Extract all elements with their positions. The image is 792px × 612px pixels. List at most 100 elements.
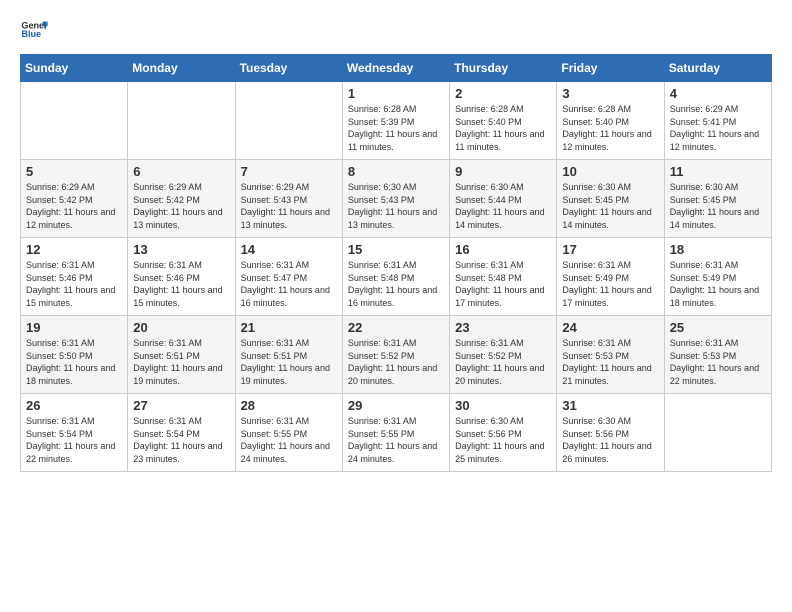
day-info: Sunrise: 6:31 AMSunset: 5:46 PMDaylight:… [26,259,122,309]
day-number: 5 [26,164,122,179]
day-number: 1 [348,86,444,101]
calendar-cell [235,82,342,160]
calendar-week-2: 5 Sunrise: 6:29 AMSunset: 5:42 PMDaylight… [21,160,772,238]
day-info: Sunrise: 6:31 AMSunset: 5:55 PMDaylight:… [241,415,337,465]
day-info: Sunrise: 6:28 AMSunset: 5:40 PMDaylight:… [562,103,658,153]
calendar-cell: 26 Sunrise: 6:31 AMSunset: 5:54 PMDayligh… [21,394,128,472]
calendar-cell: 6Sunrise: 6:29 AMSunset: 5:42 PMDaylight… [128,160,235,238]
day-number: 11 [670,164,766,179]
day-number: 17 [562,242,658,257]
calendar-cell: 18 Sunrise: 6:31 AMSunset: 5:49 PMDayligh… [664,238,771,316]
day-number: 16 [455,242,551,257]
day-info: Sunrise: 6:30 AMSunset: 5:43 PMDaylight:… [348,181,444,231]
day-info: Sunrise: 6:31 AMSunset: 5:49 PMDaylight:… [670,259,766,309]
day-info: Sunrise: 6:31 AMSunset: 5:46 PMDaylight:… [133,259,229,309]
calendar-cell: 8 Sunrise: 6:30 AMSunset: 5:43 PMDaylight… [342,160,449,238]
day-info: Sunrise: 6:31 AMSunset: 5:49 PMDaylight:… [562,259,658,309]
day-number: 4 [670,86,766,101]
weekday-header-friday: Friday [557,55,664,82]
day-number: 23 [455,320,551,335]
calendar-cell: 13 Sunrise: 6:31 AMSunset: 5:46 PMDayligh… [128,238,235,316]
calendar-table: SundayMondayTuesdayWednesdayThursdayFrid… [20,54,772,472]
day-number: 29 [348,398,444,413]
day-number: 14 [241,242,337,257]
calendar-cell: 25 Sunrise: 6:31 AMSunset: 5:53 PMDayligh… [664,316,771,394]
calendar-week-4: 19 Sunrise: 6:31 AMSunset: 5:50 PMDayligh… [21,316,772,394]
calendar-cell: 17 Sunrise: 6:31 AMSunset: 5:49 PMDayligh… [557,238,664,316]
day-number: 13 [133,242,229,257]
day-number: 19 [26,320,122,335]
day-info: Sunrise: 6:30 AMSunset: 5:44 PMDaylight:… [455,181,551,231]
day-number: 21 [241,320,337,335]
day-number: 2 [455,86,551,101]
calendar-cell [21,82,128,160]
calendar-cell: 4 Sunrise: 6:29 AMSunset: 5:41 PMDaylight… [664,82,771,160]
day-info: Sunrise: 6:31 AMSunset: 5:52 PMDaylight:… [455,337,551,387]
day-info: Sunrise: 6:29 AMSunset: 5:43 PMDaylight:… [241,181,337,231]
calendar-cell: 24Sunrise: 6:31 AMSunset: 5:53 PMDayligh… [557,316,664,394]
day-info: Sunrise: 6:31 AMSunset: 5:50 PMDaylight:… [26,337,122,387]
calendar-cell: 3 Sunrise: 6:28 AMSunset: 5:40 PMDaylight… [557,82,664,160]
calendar-cell: 7 Sunrise: 6:29 AMSunset: 5:43 PMDaylight… [235,160,342,238]
svg-text:Blue: Blue [21,29,41,39]
calendar-week-1: 1 Sunrise: 6:28 AMSunset: 5:39 PMDaylight… [21,82,772,160]
calendar-cell [664,394,771,472]
day-info: Sunrise: 6:31 AMSunset: 5:54 PMDaylight:… [26,415,122,465]
day-number: 3 [562,86,658,101]
calendar-cell: 19 Sunrise: 6:31 AMSunset: 5:50 PMDayligh… [21,316,128,394]
calendar-cell: 11Sunrise: 6:30 AMSunset: 5:45 PMDayligh… [664,160,771,238]
calendar-cell [128,82,235,160]
day-info: Sunrise: 6:29 AMSunset: 5:42 PMDaylight:… [133,181,229,231]
calendar-cell: 20 Sunrise: 6:31 AMSunset: 5:51 PMDayligh… [128,316,235,394]
day-number: 25 [670,320,766,335]
weekday-header-saturday: Saturday [664,55,771,82]
day-number: 8 [348,164,444,179]
day-info: Sunrise: 6:29 AMSunset: 5:41 PMDaylight:… [670,103,766,153]
calendar-cell: 29 Sunrise: 6:31 AMSunset: 5:55 PMDayligh… [342,394,449,472]
calendar-header-row: SundayMondayTuesdayWednesdayThursdayFrid… [21,55,772,82]
day-number: 24 [562,320,658,335]
day-info: Sunrise: 6:28 AMSunset: 5:40 PMDaylight:… [455,103,551,153]
weekday-header-tuesday: Tuesday [235,55,342,82]
calendar-cell: 10Sunrise: 6:30 AMSunset: 5:45 PMDayligh… [557,160,664,238]
calendar-cell: 30 Sunrise: 6:30 AMSunset: 5:56 PMDayligh… [450,394,557,472]
day-number: 28 [241,398,337,413]
calendar-cell: 31Sunrise: 6:30 AMSunset: 5:56 PMDayligh… [557,394,664,472]
calendar-cell: 28 Sunrise: 6:31 AMSunset: 5:55 PMDayligh… [235,394,342,472]
day-number: 7 [241,164,337,179]
calendar-week-3: 12 Sunrise: 6:31 AMSunset: 5:46 PMDayligh… [21,238,772,316]
logo-icon: General Blue [20,16,48,44]
weekday-header-wednesday: Wednesday [342,55,449,82]
calendar-cell: 5Sunrise: 6:29 AMSunset: 5:42 PMDaylight… [21,160,128,238]
day-number: 9 [455,164,551,179]
weekday-header-thursday: Thursday [450,55,557,82]
day-info: Sunrise: 6:31 AMSunset: 5:47 PMDaylight:… [241,259,337,309]
day-info: Sunrise: 6:28 AMSunset: 5:39 PMDaylight:… [348,103,444,153]
day-info: Sunrise: 6:31 AMSunset: 5:55 PMDaylight:… [348,415,444,465]
calendar-cell: 9 Sunrise: 6:30 AMSunset: 5:44 PMDaylight… [450,160,557,238]
calendar-cell: 2 Sunrise: 6:28 AMSunset: 5:40 PMDaylight… [450,82,557,160]
day-number: 27 [133,398,229,413]
day-number: 22 [348,320,444,335]
day-number: 30 [455,398,551,413]
day-number: 20 [133,320,229,335]
calendar-cell: 12 Sunrise: 6:31 AMSunset: 5:46 PMDayligh… [21,238,128,316]
day-info: Sunrise: 6:30 AMSunset: 5:56 PMDaylight:… [455,415,551,465]
day-info: Sunrise: 6:31 AMSunset: 5:51 PMDaylight:… [133,337,229,387]
day-info: Sunrise: 6:30 AMSunset: 5:56 PMDaylight:… [562,415,658,465]
weekday-header-monday: Monday [128,55,235,82]
day-number: 18 [670,242,766,257]
header: General Blue [20,16,772,44]
calendar-week-5: 26 Sunrise: 6:31 AMSunset: 5:54 PMDayligh… [21,394,772,472]
calendar-cell: 21Sunrise: 6:31 AMSunset: 5:51 PMDayligh… [235,316,342,394]
day-info: Sunrise: 6:31 AMSunset: 5:53 PMDaylight:… [670,337,766,387]
day-info: Sunrise: 6:31 AMSunset: 5:54 PMDaylight:… [133,415,229,465]
calendar-cell: 22 Sunrise: 6:31 AMSunset: 5:52 PMDayligh… [342,316,449,394]
day-number: 26 [26,398,122,413]
day-number: 15 [348,242,444,257]
day-info: Sunrise: 6:30 AMSunset: 5:45 PMDaylight:… [562,181,658,231]
day-number: 12 [26,242,122,257]
day-info: Sunrise: 6:31 AMSunset: 5:52 PMDaylight:… [348,337,444,387]
page: General Blue SundayMondayTuesdayWednesda… [0,0,792,612]
calendar-cell: 23 Sunrise: 6:31 AMSunset: 5:52 PMDayligh… [450,316,557,394]
